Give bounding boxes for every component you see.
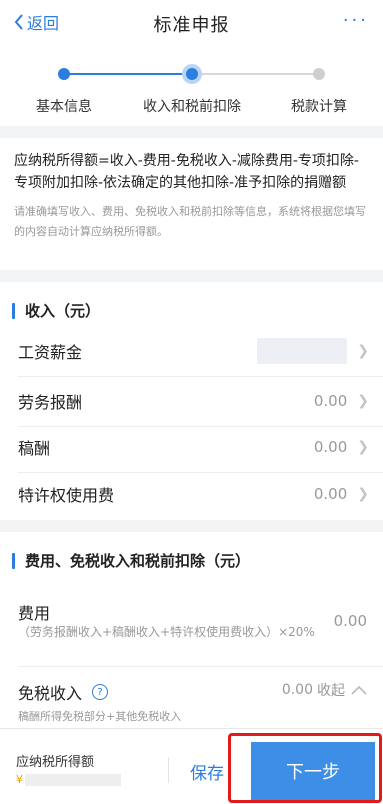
formula-card: 应纳税所得额=收入-费用-免税收入-减除费用-专项扣除-专项附加扣除-依法确定的…: [0, 138, 383, 270]
row-label: 劳务报酬: [18, 393, 83, 412]
question-icon[interactable]: ?: [92, 684, 109, 700]
chevron-right-icon: ❯: [357, 486, 369, 502]
tax-free-toggle[interactable]: 0.00 收起: [282, 680, 367, 700]
page-title: 标准申报: [153, 15, 230, 36]
step-label-tax-calc: 税款计算: [291, 99, 347, 115]
chevron-right-icon: ❯: [357, 343, 369, 359]
row-label: 工资薪金: [18, 343, 83, 362]
section-bar: [12, 552, 15, 569]
row-value: 0.00: [313, 485, 348, 503]
income-row-royalty-fee[interactable]: 稿酬 0.00 ❯: [18, 422, 369, 472]
income-row-franchise[interactable]: 特许权使用费 0.00 ❯: [18, 469, 369, 519]
step-label-basic-info: 基本信息: [36, 99, 92, 115]
step-dot-1: [58, 68, 70, 80]
chevron-right-icon: ❯: [357, 439, 369, 455]
fee-label: 费用: [18, 604, 51, 623]
next-step-button[interactable]: 下一步: [251, 742, 375, 800]
step-progress: 基本信息 收入和税前扣除 税款计算: [0, 44, 383, 126]
row-value: 0.00: [313, 438, 348, 456]
divider: [168, 757, 169, 783]
formula-hint: 请准确填写收入、费用、免税收入和税前扣除等信息，系统将根据您填写的内容自动计算应…: [14, 205, 366, 238]
tax-free-label-text: 免税收入: [18, 684, 83, 703]
tax-free-description: 稿酬所得免税部分+其他免税收入: [18, 710, 182, 723]
currency-symbol: ¥: [16, 773, 23, 786]
tax-free-income-label: 免税收入 ?: [18, 680, 109, 704]
income-section: 收入（元） 工资薪金 ❯ 劳务报酬 0.00 ❯ 稿酬 0.00 ❯ 特许权使用…: [0, 282, 383, 520]
deductions-title-text: 费用、免税收入和税前扣除（元）: [25, 552, 251, 570]
row-value: 0.00: [313, 392, 348, 410]
taxable-income-amount: ¥: [16, 773, 121, 786]
step-dot-3: [313, 68, 325, 80]
top-nav-bar: 返回 标准申报 ···: [0, 0, 383, 44]
taxable-income-label: 应纳税所得额: [16, 755, 95, 770]
income-title-text: 收入（元）: [25, 302, 101, 320]
fee-description: （劳务报酬收入+稿酬收入+特许权使用费收入）×20%: [18, 625, 315, 639]
income-row-salary[interactable]: 工资薪金 ❯: [18, 326, 369, 376]
divider: [18, 666, 383, 667]
row-label: 特许权使用费: [18, 486, 115, 505]
tax-free-value: 0.00: [281, 682, 313, 698]
chevron-up-icon: [351, 685, 367, 695]
highlight-box: 下一步: [228, 733, 382, 803]
step-label-income: 收入和税前扣除: [143, 99, 241, 115]
fee-value: 0.00: [333, 612, 367, 630]
section-bar: [12, 302, 15, 319]
amount-masked: [25, 773, 121, 786]
formula-text: 应纳税所得额=收入-费用-免税收入-减除费用-专项扣除-专项附加扣除-依法确定的…: [14, 153, 359, 191]
save-button[interactable]: 保存: [190, 759, 224, 784]
step-line-pending: [192, 73, 319, 75]
step-line-done: [64, 73, 192, 75]
chevron-right-icon: ❯: [357, 393, 369, 409]
salary-value-masked: [257, 338, 348, 364]
deductions-section-title: 费用、免税收入和税前扣除（元）: [12, 550, 250, 571]
bottom-action-bar: 应纳税所得额 ¥ 保存 下一步: [0, 728, 383, 804]
income-section-title: 收入（元）: [12, 300, 100, 321]
collapse-label: 收起: [317, 683, 345, 699]
step-dot-2: [182, 64, 202, 84]
more-menu-icon[interactable]: ···: [343, 10, 369, 31]
income-row-labor[interactable]: 劳务报酬 0.00 ❯: [18, 376, 369, 426]
row-label: 稿酬: [18, 439, 51, 458]
